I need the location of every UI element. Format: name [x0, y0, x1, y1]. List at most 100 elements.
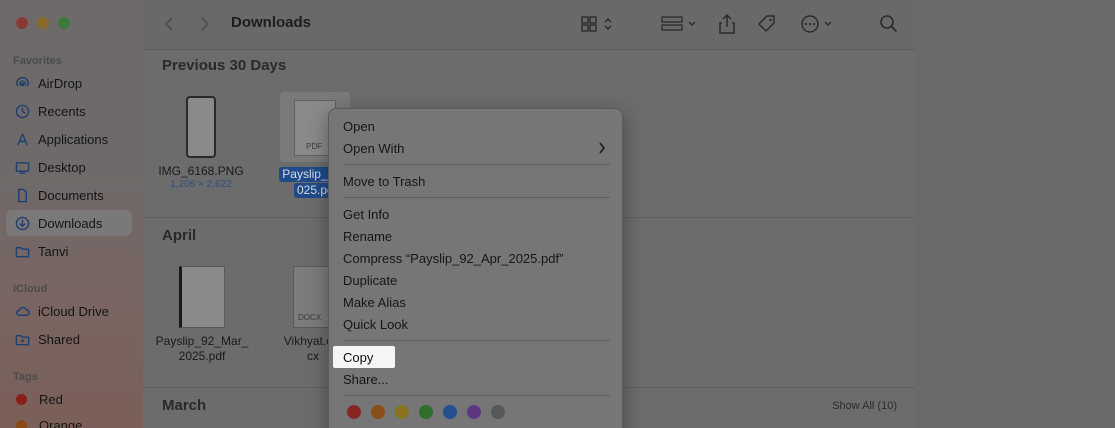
sidebar-item-label: AirDrop	[38, 75, 83, 91]
docx-thumbnail: DOCX	[293, 266, 333, 328]
sidebar-item-label: Red	[39, 391, 63, 407]
menu-item-rename[interactable]: Rename	[333, 225, 620, 247]
sidebar-item-recents[interactable]: Recents	[6, 98, 132, 124]
docx-badge: DOCX	[298, 313, 322, 322]
sidebar-item-desktop[interactable]: Desktop	[6, 154, 132, 180]
download-icon	[14, 215, 30, 231]
zoom-window-button[interactable]	[58, 17, 70, 29]
tag-button[interactable]	[756, 12, 778, 36]
search-button[interactable]	[879, 12, 899, 36]
chevron-right-icon	[599, 142, 606, 154]
show-all-link[interactable]: Show All (10)	[832, 400, 897, 412]
document-icon	[14, 187, 30, 203]
applications-icon	[14, 131, 30, 147]
toolbar: Downloads	[143, 0, 915, 50]
blue-tag-swatch[interactable]	[443, 405, 457, 419]
red-tag-swatch[interactable]	[347, 405, 361, 419]
yellow-tag-swatch[interactable]	[395, 405, 409, 419]
sidebar-item-icloud-drive[interactable]: iCloud Drive	[6, 298, 132, 324]
clock-icon	[14, 103, 30, 119]
window-background	[915, 0, 1115, 428]
group-by-button[interactable]	[661, 12, 699, 36]
forward-button[interactable]	[199, 12, 211, 36]
menu-item-compress[interactable]: Compress “Payslip_92_Apr_2025.pdf”	[333, 247, 620, 269]
desktop-icon	[14, 159, 30, 175]
chevron-right-icon	[201, 17, 210, 31]
sidebar-item-airdrop[interactable]: AirDrop	[6, 70, 132, 96]
menu-item-quick-look[interactable]: Quick Look	[333, 313, 620, 335]
sidebar-item-shared[interactable]: Shared	[6, 326, 132, 352]
ellipsis-circle-icon	[801, 15, 832, 33]
pdf-badge: PDF	[306, 142, 322, 151]
sidebar: Favorites AirDrop Recents Applications D…	[0, 0, 143, 428]
file-name-line2: 2025.pdf	[178, 349, 226, 363]
favorites-heading: Favorites	[13, 55, 62, 67]
search-icon	[880, 15, 898, 33]
section-title-previous-30-days: Previous 30 Days	[162, 57, 287, 74]
back-button[interactable]	[163, 12, 175, 36]
sidebar-item-label: Downloads	[38, 215, 103, 231]
context-menu: Open Open With Move to Trash Get Info Re…	[328, 108, 623, 428]
tag-icon	[757, 15, 775, 33]
sidebar-item-label: Applications	[38, 131, 109, 147]
section-title-april: April	[162, 227, 197, 244]
share-button[interactable]	[718, 12, 736, 36]
sidebar-item-documents[interactable]: Documents	[6, 182, 132, 208]
menu-item-copy[interactable]: Copy	[333, 346, 395, 368]
sidebar-item-label: iCloud Drive	[38, 303, 109, 319]
group-icon	[661, 16, 696, 31]
minimize-window-button[interactable]	[37, 17, 49, 29]
gray-tag-swatch[interactable]	[491, 405, 505, 419]
cloud-icon	[14, 303, 30, 319]
tag-color-row	[347, 405, 505, 419]
orange-tag-icon	[16, 419, 27, 428]
menu-item-get-info[interactable]: Get Info	[333, 203, 620, 225]
file-name: IMG_6168.PNG	[158, 164, 244, 178]
close-window-button[interactable]	[16, 17, 28, 29]
menu-separator	[343, 395, 610, 396]
menu-item-duplicate[interactable]: Duplicate	[333, 269, 620, 291]
sidebar-item-tag-orange[interactable]: Orange	[6, 412, 132, 428]
airdrop-icon	[14, 75, 30, 91]
file-item-payslip-mar[interactable]: Payslip_92_Mar_ 2025.pdf	[147, 266, 257, 364]
sidebar-item-label: Documents	[38, 187, 104, 203]
red-tag-icon	[16, 393, 27, 405]
menu-item-open-with[interactable]: Open With	[333, 137, 620, 159]
icon-grid-icon	[581, 16, 612, 32]
folder-icon	[14, 243, 30, 259]
file-item-img-6168[interactable]: IMG_6168.PNG 1,206 × 2,622	[146, 96, 256, 191]
sidebar-item-label: Shared	[38, 331, 80, 347]
menu-separator	[343, 164, 610, 165]
sidebar-item-applications[interactable]: Applications	[6, 126, 132, 152]
green-tag-swatch[interactable]	[419, 405, 433, 419]
window-title: Downloads	[231, 14, 312, 31]
sidebar-item-tanvi[interactable]: Tanvi	[6, 238, 132, 264]
menu-item-move-to-trash[interactable]: Move to Trash	[333, 170, 620, 192]
purple-tag-swatch[interactable]	[467, 405, 481, 419]
image-thumbnail	[186, 96, 216, 158]
more-actions-button[interactable]	[800, 12, 836, 36]
view-options-button[interactable]	[581, 12, 615, 36]
file-name-line1: Payslip_92_Mar_	[155, 334, 249, 348]
menu-separator	[343, 340, 610, 341]
sidebar-item-label: Tanvi	[38, 243, 69, 259]
share-icon	[719, 13, 735, 34]
orange-tag-swatch[interactable]	[371, 405, 385, 419]
sidebar-item-label: Orange	[39, 417, 83, 428]
sidebar-item-label: Recents	[38, 103, 86, 119]
section-title-march: March	[162, 397, 207, 414]
tags-heading: Tags	[13, 371, 38, 383]
menu-separator	[343, 197, 610, 198]
sidebar-item-tag-red[interactable]: Red	[6, 386, 132, 412]
icloud-heading: iCloud	[13, 283, 48, 295]
file-dimensions: 1,206 × 2,622	[170, 179, 232, 190]
chevron-left-icon	[164, 17, 173, 31]
menu-item-label: Open With	[343, 140, 405, 156]
menu-item-share[interactable]: Share...	[333, 368, 620, 390]
menu-item-make-alias[interactable]: Make Alias	[333, 291, 620, 313]
menu-item-open[interactable]: Open	[333, 115, 620, 137]
shared-folder-icon	[14, 331, 30, 347]
pdf-thumbnail	[179, 266, 225, 328]
sidebar-item-downloads[interactable]: Downloads	[6, 210, 132, 236]
sidebar-item-label: Desktop	[38, 159, 86, 175]
